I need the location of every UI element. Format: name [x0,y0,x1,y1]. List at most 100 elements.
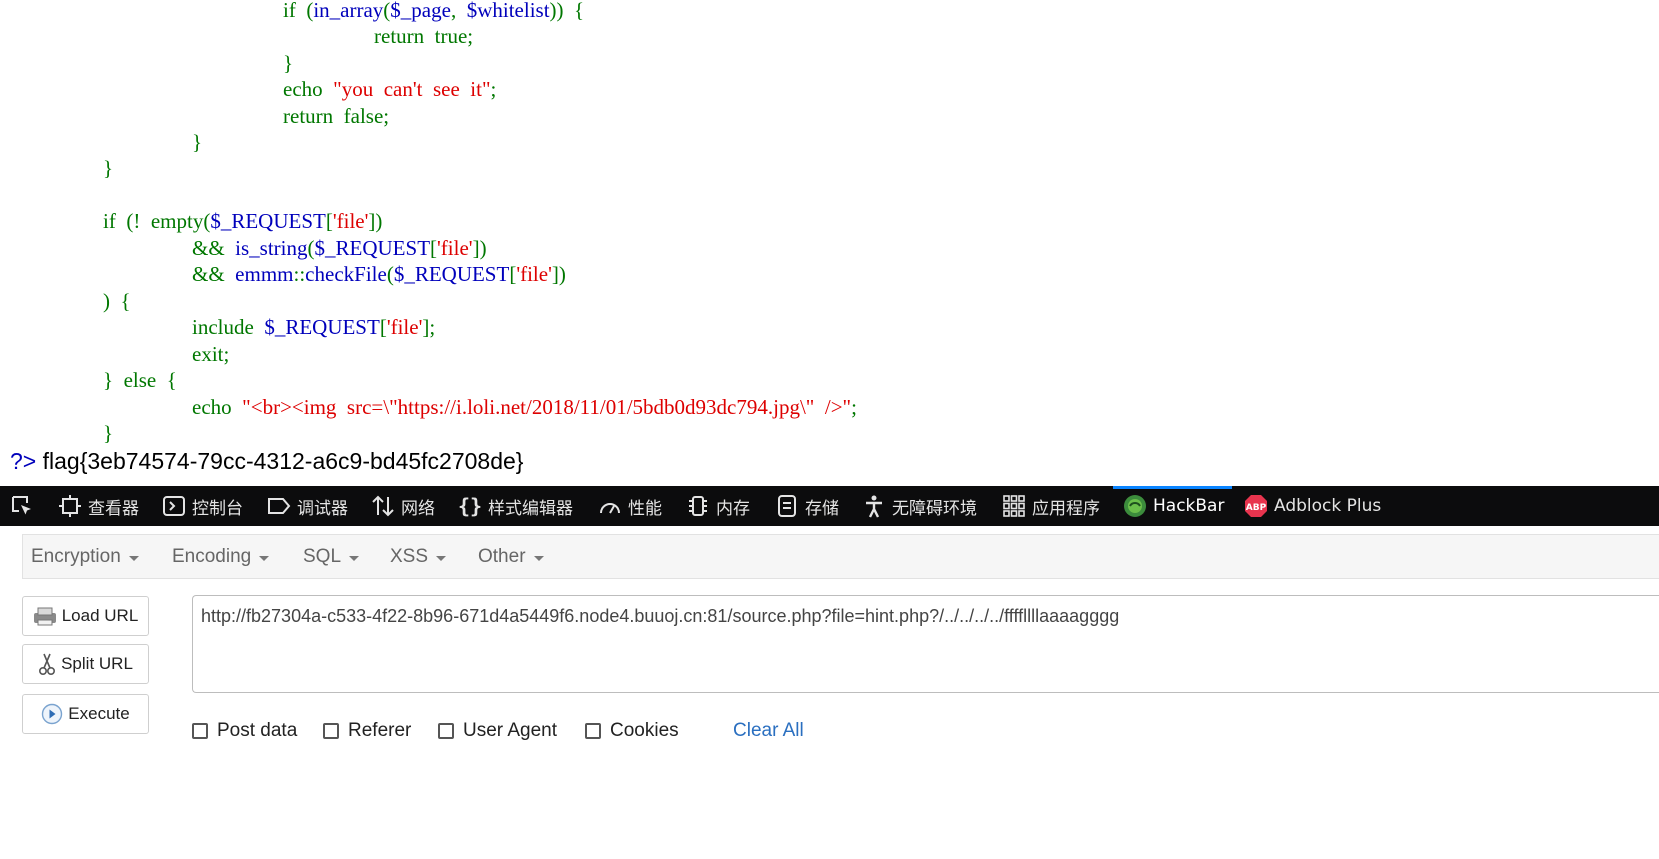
checkbox-box[interactable] [585,723,601,739]
tab-label: 应用程序 [1032,498,1100,519]
code-line: ) { [103,288,131,314]
menu-other[interactable]: Other [478,535,544,579]
code-line: return true; [374,23,473,49]
tab-label: 性能 [628,498,662,519]
split-url-button[interactable]: Split URL [22,644,149,684]
chevron-down-icon [349,555,360,561]
menu-label: Encoding [172,546,252,567]
tab-label: 控制台 [192,498,243,519]
menu-encryption[interactable]: Encryption [31,535,139,579]
checkbox-label: Referer [348,720,412,741]
clear-all-link[interactable]: Clear All [733,716,804,746]
inspector-icon [58,494,82,518]
code-token: include [192,315,265,339]
code-line: && is_string($_REQUEST['file']) [192,235,487,261]
tab-hackbar[interactable]: HackBar [1112,486,1233,526]
split-url-label: Split URL [61,654,133,673]
load-url-icon [33,606,57,626]
code-token: in_array [313,0,384,22]
code-line: echo "you can't see it"; [283,76,496,102]
tab-label: 样式编辑器 [488,498,573,519]
tab-label: HackBar [1153,496,1225,516]
load-url-label: Load URL [61,606,139,625]
code-line: exit; [192,341,229,367]
code-token: $whitelist [466,0,550,22]
tab-performance[interactable]: 性能 [598,486,662,526]
code-token: empty [150,209,204,233]
style-editor-icon: {} [457,494,483,518]
code-line: } [103,420,113,446]
tab-label: 存储 [805,498,839,519]
code-token: "you can't see it" [333,77,491,101]
code-token: && [192,236,236,260]
tab-storage[interactable]: 存储 [775,486,839,526]
code-token: emmm [235,262,294,286]
checkbox-label: User Agent [463,720,557,741]
application-icon [1002,494,1026,518]
code-token: $_page [390,0,451,22]
code-line: } [103,155,113,181]
code-token: return false; [283,104,390,128]
code-line: include $_REQUEST['file']; [192,314,435,340]
menu-label: Encryption [31,546,121,567]
execute-button[interactable]: Execute [22,694,149,734]
code-token: ]; [422,315,436,339]
post-data-checkbox[interactable]: Post data [192,716,297,746]
code-token: return true [374,24,468,48]
checkbox-box[interactable] [323,723,339,739]
tab-network[interactable]: 网络 [371,486,435,526]
code-token: ]) [551,262,566,286]
code-token: ]) [472,236,487,260]
code-line: echo "<br><img src=\"https://i.loli.net/… [192,394,857,420]
tab-style-editor[interactable]: {} 样式编辑器 [458,486,573,526]
tab-debugger[interactable]: 调试器 [267,486,348,526]
code-token: } [103,156,114,180]
code-token: $_REQUEST [314,236,431,260]
tab-application[interactable]: 应用程序 [1002,486,1100,526]
code-token: 'file' [386,315,423,339]
menu-encoding[interactable]: Encoding [172,535,270,579]
code-token: [ [379,315,387,339]
user-agent-checkbox[interactable]: User Agent [438,716,557,746]
menu-sql[interactable]: SQL [303,535,360,579]
devtools-toolbar: 查看器 控制台 调试器 网络 {} 样式编辑器 性能 内存 存储 无障碍环境 应… [0,486,1659,526]
referer-checkbox[interactable]: Referer [323,716,411,746]
tab-label: 调试器 [297,498,348,519]
element-picker-button[interactable] [10,486,40,526]
tab-console[interactable]: 控制台 [162,486,243,526]
code-token: ; [490,77,497,101]
tab-memory[interactable]: 内存 [686,486,750,526]
tab-label: 查看器 [88,498,139,519]
code-token: 'file' [437,236,473,260]
hackbar-icon [1123,494,1147,518]
tab-accessibility[interactable]: 无障碍环境 [862,486,977,526]
code-line: if (! empty($_REQUEST['file']) [103,208,382,234]
code-token: )) { [549,0,585,22]
cookies-checkbox[interactable]: Cookies [585,716,679,746]
code-token: , [450,0,467,22]
code-token: "<br><img src=\"https://i.loli.net/2018/… [242,395,852,419]
code-token: if (! [103,209,151,233]
code-token: echo [283,77,334,101]
code-line: if (in_array($_page, $whitelist)) { [283,0,584,23]
code-token: ( [307,236,315,260]
chevron-down-icon [533,555,544,561]
code-token: [ [325,209,333,233]
code-token: checkFile [305,262,387,286]
tab-inspector[interactable]: 查看器 [58,486,139,526]
chevron-down-icon [259,555,270,561]
code-token: $_REQUEST [264,315,380,339]
adblock-plus-icon: ABP [1244,494,1268,518]
code-token: ( [386,262,394,286]
checkbox-box[interactable] [192,723,208,739]
menu-label: XSS [390,546,429,567]
code-token: } [283,51,294,75]
network-icon [371,494,395,518]
url-textarea[interactable]: http://fb27304a-c533-4f22-8b96-671d4a544… [192,595,1659,693]
menu-xss[interactable]: XSS [390,535,447,579]
checkbox-box[interactable] [438,723,454,739]
execute-label: Execute [68,704,130,723]
load-url-button[interactable]: Load URL [22,596,149,636]
tab-adblock-plus[interactable]: ABP Adblock Plus [1244,486,1381,526]
play-icon [41,703,63,725]
